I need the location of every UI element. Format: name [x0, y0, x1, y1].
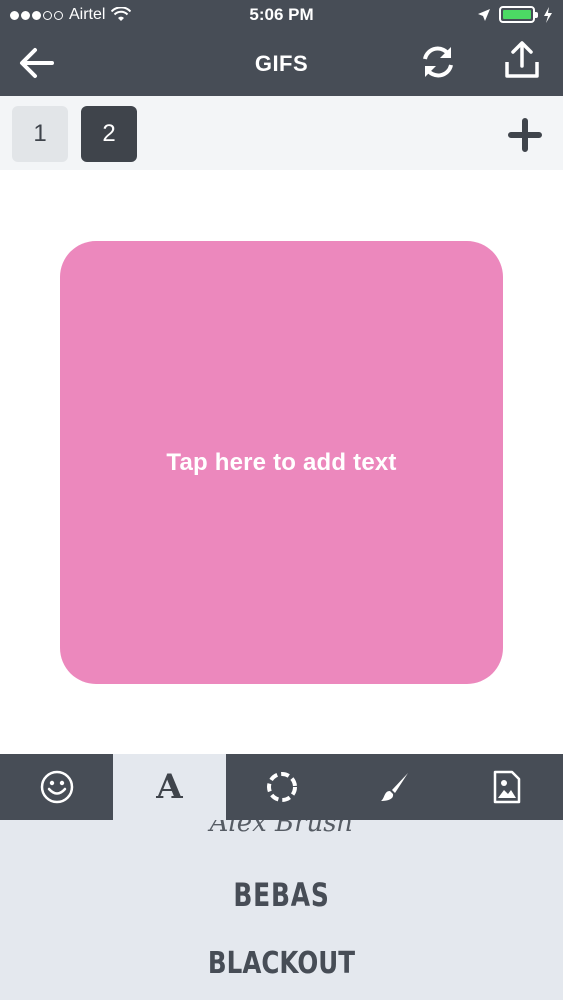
font-option-alex-brush[interactable]: Alex Brush: [0, 820, 563, 838]
font-list: Alex Brush BEBAS BLACKOUT: [0, 820, 563, 1000]
image-file-icon: [493, 770, 520, 804]
image-tool-button[interactable]: [450, 754, 563, 820]
circle-dashed-icon: [266, 772, 297, 802]
gif-canvas[interactable]: Tap here to add text: [60, 241, 503, 684]
status-bar: Airtel 5:06 PM: [0, 0, 563, 32]
font-option-blackout[interactable]: BLACKOUT: [51, 946, 513, 981]
plus-icon[interactable]: [508, 118, 542, 152]
editor-toolbar: A: [0, 754, 563, 820]
font-option-bebas[interactable]: BEBAS: [62, 876, 501, 914]
location-arrow-icon: [478, 8, 490, 21]
add-text-placeholder[interactable]: Tap here to add text: [166, 449, 396, 477]
text-tool-button[interactable]: A: [113, 754, 226, 820]
pages-bar: 1 2: [0, 96, 563, 170]
battery-icon: [499, 6, 538, 23]
frame-tool-button[interactable]: [225, 754, 338, 820]
status-right: [477, 6, 553, 23]
draw-tool-button[interactable]: [338, 754, 451, 820]
refresh-icon[interactable]: [420, 44, 456, 80]
nav-bar: GIFS: [0, 32, 563, 96]
brush-icon: [380, 773, 408, 801]
page-tab-1[interactable]: 1: [12, 106, 68, 162]
top-bar: Airtel 5:06 PM GIFS: [0, 0, 563, 96]
font-a-icon: A: [156, 767, 183, 807]
smiley-icon: [40, 770, 73, 804]
page-tab-2[interactable]: 2: [81, 106, 137, 162]
charging-bolt-icon: [544, 6, 552, 23]
emoji-tool-button[interactable]: [0, 754, 113, 820]
share-icon[interactable]: [502, 40, 542, 80]
page-title: GIFS: [254, 51, 309, 76]
